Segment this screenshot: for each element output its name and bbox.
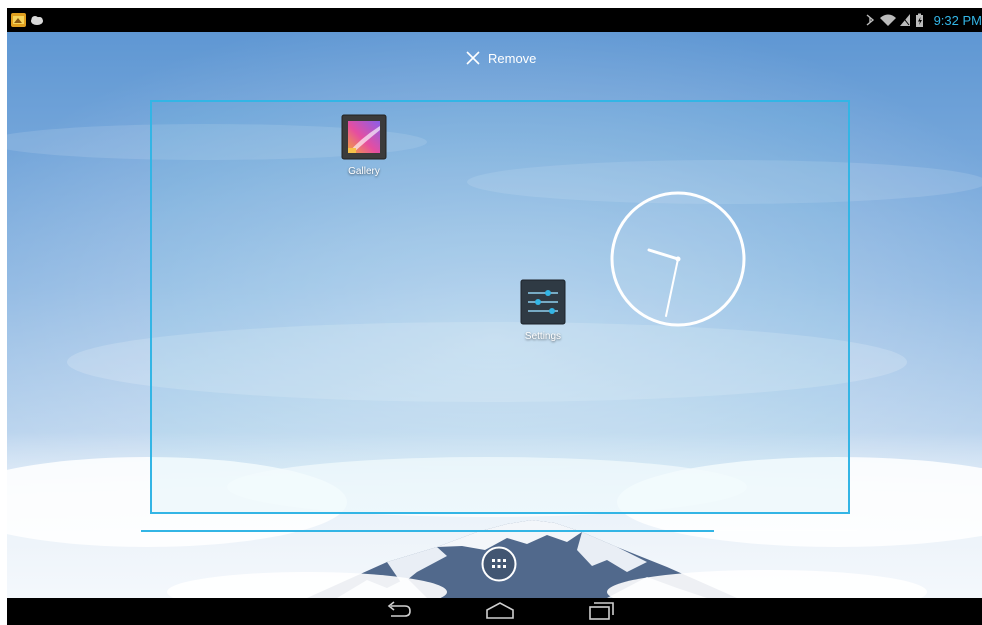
recent-apps-button[interactable] (587, 600, 617, 625)
page-indicator (141, 530, 857, 532)
status-bar[interactable]: 9:32 PM (7, 8, 982, 32)
app-settings[interactable]: Settings (503, 279, 583, 342)
app-gallery[interactable]: Gallery (324, 114, 404, 177)
battery-icon (915, 13, 923, 27)
recent-apps-icon (589, 602, 614, 620)
gallery-icon (341, 114, 387, 160)
remove-label: Remove (488, 50, 537, 66)
page-indicator-fill (141, 530, 714, 532)
bluetooth-icon (866, 14, 874, 26)
app-label-gallery: Gallery (348, 166, 380, 177)
app-label-settings: Settings (524, 331, 562, 342)
status-left-icons (11, 12, 51, 32)
close-icon (466, 51, 480, 65)
all-apps-icon (481, 546, 517, 582)
remove-drop-target[interactable]: Remove (465, 48, 536, 68)
analog-clock-widget[interactable] (608, 189, 748, 329)
wifi-icon (879, 14, 896, 26)
all-apps-button[interactable] (481, 546, 517, 582)
status-right-icons: 9:32 PM (864, 11, 982, 29)
status-clock: 9:32 PM (933, 12, 982, 28)
notification-cloud-icon (31, 16, 43, 25)
signal-icon (899, 14, 910, 26)
home-button[interactable] (484, 600, 516, 625)
notification-app-icon (11, 13, 26, 27)
back-icon (387, 601, 411, 617)
settings-icon (520, 279, 566, 325)
analog-clock-icon (610, 191, 746, 327)
tablet-screen: 9:32 PM Remove Gallery Settings (7, 8, 982, 625)
navigation-bar (7, 598, 982, 625)
back-button[interactable] (385, 600, 413, 625)
home-icon (486, 602, 514, 619)
